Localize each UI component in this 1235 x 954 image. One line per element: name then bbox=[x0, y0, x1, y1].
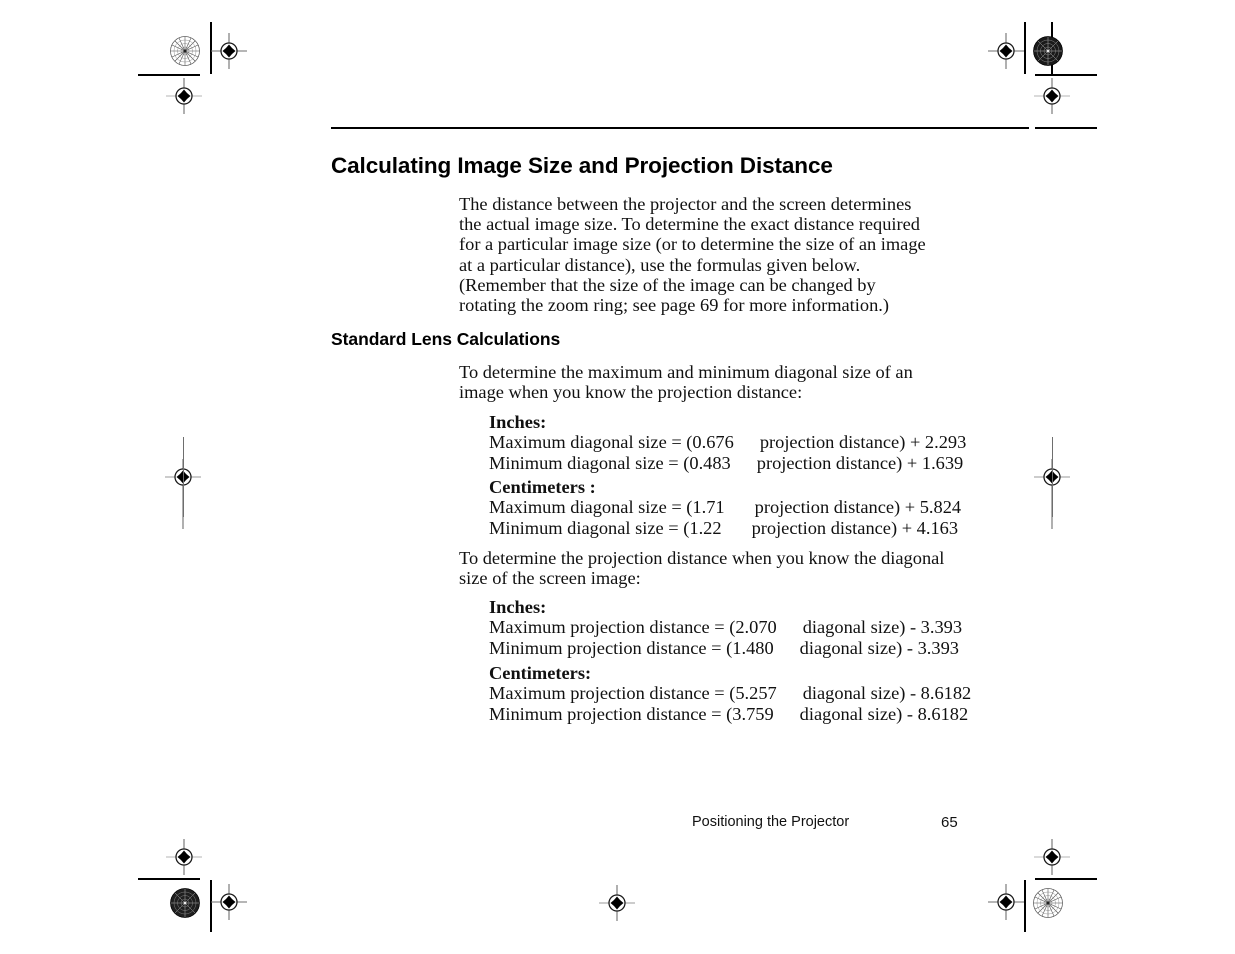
formula-suffix: diagonal size) - 8.6182 bbox=[802, 683, 972, 704]
formula-suffix: diagonal size) - 3.393 bbox=[802, 617, 963, 638]
formula-row: Minimum diagonal size = (1.22 projection … bbox=[489, 518, 961, 538]
trim-whisker-left-middle bbox=[182, 437, 184, 517]
formula-suffix: projection distance) + 1.639 bbox=[756, 452, 964, 473]
registration-target-bottom-left-lower bbox=[211, 884, 247, 920]
registration-target-top-left-upper bbox=[211, 33, 247, 69]
formula-row: Maximum diagonal size = (1.71 projection … bbox=[489, 497, 961, 517]
intro-paragraph-block: The distance between the projector and t… bbox=[459, 194, 935, 315]
formula-row: Minimum diagonal size = (0.483 projection… bbox=[489, 453, 966, 473]
section-title-standard-lens-calculations: Standard Lens Calculations bbox=[331, 329, 561, 349]
formula-suffix: projection distance) + 4.163 bbox=[751, 517, 959, 538]
trim-line-bottom-left-h bbox=[138, 878, 200, 880]
registration-target-top-right-upper bbox=[988, 33, 1024, 69]
rosette-mark-top-right bbox=[1033, 36, 1063, 66]
page-canvas: Calculating Image Size and Projection Di… bbox=[0, 0, 1235, 954]
formula-suffix: projection distance) + 5.824 bbox=[754, 497, 962, 518]
registration-target-bottom-right-upper bbox=[1034, 839, 1070, 875]
formula-prefix: Maximum projection distance = (2.070 bbox=[489, 617, 777, 638]
formula-unit-label-inches: Inches: bbox=[489, 412, 547, 432]
lead-in-paragraph-1: To determine the maximum and minimum dia… bbox=[459, 362, 913, 403]
lead-in-paragraph-2-block: To determine the projection distance whe… bbox=[459, 548, 951, 588]
rosette-mark-bottom-right bbox=[1033, 888, 1063, 918]
rosette-mark-bottom-left bbox=[170, 888, 200, 918]
registration-target-bottom-right-lower bbox=[988, 884, 1024, 920]
formula-prefix: Minimum projection distance = (1.480 bbox=[489, 637, 774, 658]
registration-target-bottom-center bbox=[599, 885, 635, 921]
rosette-mark-top-left bbox=[170, 36, 200, 66]
trim-line-bottom-right-h bbox=[1035, 878, 1097, 880]
formula-prefix: Minimum diagonal size = (1.22 bbox=[489, 517, 722, 538]
registration-target-bottom-left-upper bbox=[166, 839, 202, 875]
formula-prefix: Maximum diagonal size = (0.676 bbox=[489, 432, 734, 453]
registration-target-top-left-lower bbox=[166, 78, 202, 114]
trim-line-bottom-right-v bbox=[1024, 880, 1026, 932]
page-title: Calculating Image Size and Projection Di… bbox=[331, 153, 833, 178]
lead-in-paragraph-2: To determine the projection distance whe… bbox=[459, 548, 945, 589]
formula-row: Minimum projection distance = (3.759 diag… bbox=[489, 704, 971, 724]
formula-suffix: diagonal size) - 8.6182 bbox=[799, 703, 969, 724]
formula-row: Maximum diagonal size = (0.676 projection… bbox=[489, 432, 966, 452]
trim-line-top-right-v bbox=[1024, 22, 1026, 74]
formula-unit-label-inches: Inches: bbox=[489, 597, 547, 617]
formula-prefix: Minimum diagonal size = (0.483 bbox=[489, 452, 731, 473]
formula-prefix: Maximum projection distance = (5.257 bbox=[489, 683, 777, 704]
formula-prefix: Maximum diagonal size = (1.71 bbox=[489, 497, 725, 518]
formula-row: Maximum projection distance = (2.070 diag… bbox=[489, 617, 962, 637]
trim-line-inner-top-right bbox=[1035, 127, 1097, 129]
trim-line-top-right-h bbox=[1035, 74, 1097, 76]
formula-unit-label-centimeters: Centimeters : bbox=[489, 477, 596, 497]
formula-row: Minimum projection distance = (1.480 diag… bbox=[489, 638, 962, 658]
formula-group-distance-centimeters: Centimeters: Maximum projection distance… bbox=[489, 663, 971, 724]
registration-target-top-right-lower bbox=[1034, 78, 1070, 114]
formula-prefix: Minimum projection distance = (3.759 bbox=[489, 703, 774, 724]
footer-page-number: 65 bbox=[941, 814, 958, 831]
trim-line-top-left-h bbox=[138, 74, 200, 76]
formula-suffix: projection distance) + 2.293 bbox=[759, 432, 967, 453]
lead-in-paragraph-1-block: To determine the maximum and minimum dia… bbox=[459, 362, 945, 402]
formula-group-diagonal-inches: Inches: Maximum diagonal size = (0.676 pr… bbox=[489, 412, 966, 473]
formula-suffix: diagonal size) - 3.393 bbox=[799, 637, 959, 658]
footer-running-head: Positioning the Projector bbox=[692, 814, 850, 830]
formula-unit-label-centimeters: Centimeters: bbox=[489, 663, 592, 683]
intro-paragraph: The distance between the projector and t… bbox=[459, 194, 926, 316]
formula-row: Maximum projection distance = (5.257 diag… bbox=[489, 683, 971, 703]
header-rule bbox=[331, 127, 1029, 130]
formula-group-diagonal-centimeters: Centimeters : Maximum diagonal size = (1… bbox=[489, 477, 961, 538]
trim-whisker-right-middle bbox=[1051, 437, 1053, 517]
formula-group-distance-inches: Inches: Maximum projection distance = (2… bbox=[489, 597, 962, 658]
